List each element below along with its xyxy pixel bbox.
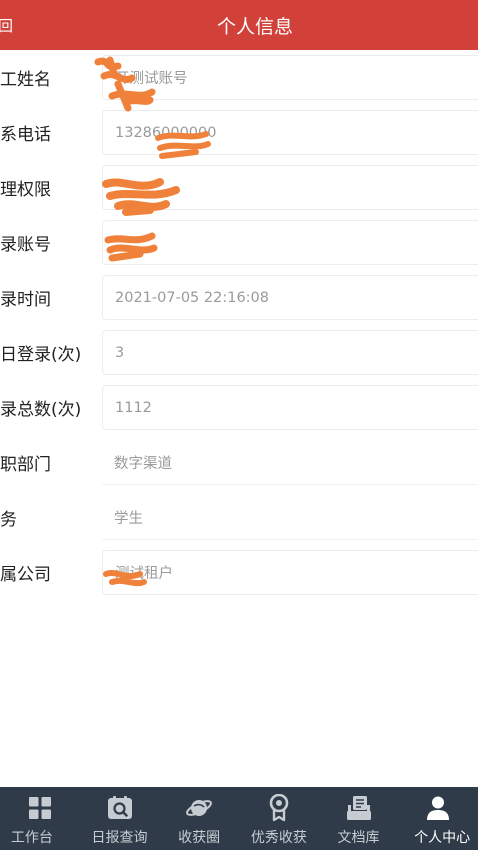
total-login-row: 录总数(次) 1112 (0, 380, 478, 435)
employee-name-label: 工姓名 (0, 70, 51, 90)
phone-row: 系电话 13286000000 (0, 105, 478, 160)
award-icon (264, 794, 294, 822)
login-time-label: 录时间 (0, 290, 51, 310)
tab-document-library-label: 文档库 (337, 830, 380, 846)
phone-field[interactable]: 13286000000 (102, 110, 478, 155)
tab-daily-report-label: 日报查询 (91, 830, 148, 846)
total-login-field[interactable]: 1112 (102, 385, 478, 430)
tab-harvest-circle-label: 收获圈 (178, 830, 221, 846)
tab-excellent-harvest-label: 优秀收获 (250, 830, 307, 846)
daily-login-row: 日登录(次) 3 (0, 325, 478, 380)
login-time-field[interactable]: 2021-07-05 22:16:08 (102, 275, 478, 320)
tab-personal-center[interactable]: 个人中心 (398, 787, 478, 850)
company-row: 属公司 测试租户 (0, 545, 478, 600)
position-row: 务 学生 (0, 490, 478, 545)
tab-workbench[interactable]: 工作台 (0, 787, 80, 850)
tab-excellent-harvest[interactable]: 优秀收获 (239, 787, 319, 850)
permission-row: 理权限 (0, 160, 478, 215)
tab-daily-report[interactable]: 日报查询 (80, 787, 160, 850)
total-login-label: 录总数(次) (0, 400, 82, 420)
position-label: 务 (0, 510, 17, 530)
permission-field[interactable] (102, 165, 478, 210)
bottom-tab-bar: 工作台 日报查询 收获圈 优秀收获 文档库 个人中心 (0, 787, 478, 850)
login-account-field[interactable] (102, 220, 478, 265)
company-field[interactable]: 测试租户 (102, 550, 478, 595)
page-title: 个人信息 (216, 15, 293, 38)
employee-name-row: 工姓名 开测试账号 (0, 50, 478, 105)
login-account-row: 录账号 (0, 215, 478, 270)
department-field[interactable]: 数字渠道 (102, 440, 478, 485)
phone-label: 系电话 (0, 125, 51, 145)
person-icon (423, 795, 453, 821)
login-account-label: 录账号 (0, 235, 51, 255)
company-label: 属公司 (0, 565, 51, 585)
grid-icon (25, 795, 55, 821)
report-search-icon (105, 795, 135, 821)
employee-name-field[interactable]: 开测试账号 (102, 55, 478, 100)
header-bar: 回 个人信息 (0, 0, 478, 50)
document-library-icon (344, 795, 374, 821)
daily-login-label: 日登录(次) (0, 345, 82, 365)
tab-document-library[interactable]: 文档库 (319, 787, 399, 850)
tab-harvest-circle[interactable]: 收获圈 (159, 787, 239, 850)
planet-icon (184, 795, 214, 821)
login-time-row: 录时间 2021-07-05 22:16:08 (0, 270, 478, 325)
position-field[interactable]: 学生 (102, 495, 478, 540)
daily-login-field[interactable]: 3 (102, 330, 478, 375)
tab-workbench-label: 工作台 (10, 830, 53, 846)
department-row: 职部门 数字渠道 (0, 435, 478, 490)
department-label: 职部门 (0, 455, 51, 475)
permission-label: 理权限 (0, 180, 51, 200)
tab-personal-center-label: 个人中心 (414, 830, 471, 846)
